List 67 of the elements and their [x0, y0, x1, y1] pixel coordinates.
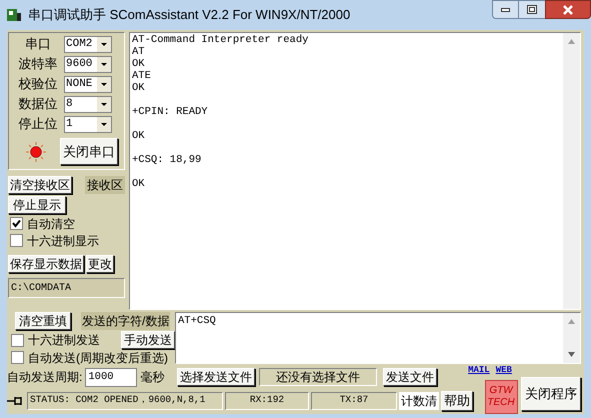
clear-receive-button[interactable]: 清空接收区 [8, 176, 72, 194]
checkbox[interactable] [11, 351, 24, 364]
link[interactable]: MAIL [468, 364, 490, 378]
send-text: AT+CSQ [177, 314, 217, 329]
checkbox-label: 自动发送(周期改变后重选) [28, 350, 168, 366]
save-data-button[interactable]: 保存显示数据 [8, 255, 84, 273]
logo-text: GTW [489, 384, 513, 396]
close-button[interactable] [545, 0, 591, 19]
minimize-button[interactable] [492, 0, 519, 19]
period-label: 自动发送周期: [7, 369, 82, 386]
pin-icon [7, 394, 25, 406]
setting-label: 校验位 [18, 75, 58, 94]
help-button[interactable]: 帮助 [441, 390, 473, 410]
period-unit: 毫秒 [140, 369, 164, 386]
checkbox[interactable] [10, 217, 23, 230]
send-label: 发送的字符/数据 [81, 312, 170, 330]
caret-icon [97, 76, 111, 92]
send-file-button[interactable]: 发送文件 [383, 368, 437, 386]
caret-icon [97, 36, 111, 52]
exit-button[interactable]: 关闭程序 [521, 376, 581, 410]
minimize-icon [501, 8, 510, 12]
checkbox-label: 自动清空 [27, 216, 75, 232]
stop-display-button[interactable]: 停止显示 [8, 196, 66, 214]
clear-send-button[interactable]: 清空重填 [15, 312, 71, 330]
receive-area[interactable]: AT-Command Interpreter ready AT OK ATE OK +CPIN: READY OK +CSQ: 18,99 OK [129, 32, 581, 310]
change-button[interactable]: 更改 [86, 255, 114, 273]
window-title: 串口调试助手 SComAssistant V2.2 For WIN9X/NT/2000 [28, 6, 352, 24]
port-button[interactable]: 关闭串口 [60, 138, 118, 165]
close-icon [562, 4, 574, 14]
logo-text: TECH [487, 396, 515, 408]
caret-icon [97, 56, 111, 72]
tx-count: TX:87 [311, 392, 397, 410]
setting-label: 波特率 [18, 55, 58, 74]
receive-label: 接收区 [85, 176, 125, 194]
rx-count: RX:192 [225, 392, 309, 410]
path-field[interactable]: C:\COMDATA [8, 278, 125, 298]
scrollbar[interactable] [563, 313, 580, 363]
scrollbar[interactable] [563, 33, 580, 309]
dropdown[interactable]: COM2 [64, 36, 112, 52]
dropdown[interactable]: 1 [64, 116, 112, 132]
period-field[interactable]: 1000 [85, 368, 138, 386]
app-icon [6, 7, 22, 23]
dropdown[interactable]: 8 [64, 96, 112, 112]
caret-icon [97, 96, 111, 112]
maximize-icon [527, 5, 537, 14]
maximize-button[interactable] [519, 0, 545, 19]
setting-label: 数据位 [18, 95, 58, 114]
status-text: STATUS: COM2 OPENED，9600,N,8,1 [27, 392, 223, 410]
setting-label: 串口 [24, 35, 52, 54]
select-file-button[interactable]: 选择发送文件 [177, 368, 255, 386]
checkbox-label: 十六进制显示 [27, 232, 99, 250]
dropdown[interactable]: 9600 [64, 56, 112, 72]
file-status: 还没有选择文件 [259, 368, 377, 386]
setting-label: 停止位 [18, 115, 58, 134]
send-area[interactable]: AT+CSQ [175, 312, 581, 364]
scroll-up-icon[interactable] [568, 39, 575, 44]
caret-icon [97, 116, 111, 132]
receive-text: AT-Command Interpreter ready AT OK ATE OK +CPIN: READY OK +CSQ: 18,99 OK [131, 33, 310, 192]
checkbox-label: 十六进制发送 [28, 332, 100, 349]
scroll-up-icon[interactable] [568, 319, 575, 324]
checkbox[interactable] [10, 234, 23, 247]
checkbox[interactable] [11, 334, 24, 346]
reset-count-button[interactable]: 计数清 [399, 392, 439, 410]
dropdown[interactable]: NONE [64, 76, 112, 92]
manual-send-button[interactable]: 手动发送 [121, 331, 175, 349]
link[interactable]: WEB [496, 364, 512, 378]
scroll-down-icon[interactable] [568, 352, 575, 357]
